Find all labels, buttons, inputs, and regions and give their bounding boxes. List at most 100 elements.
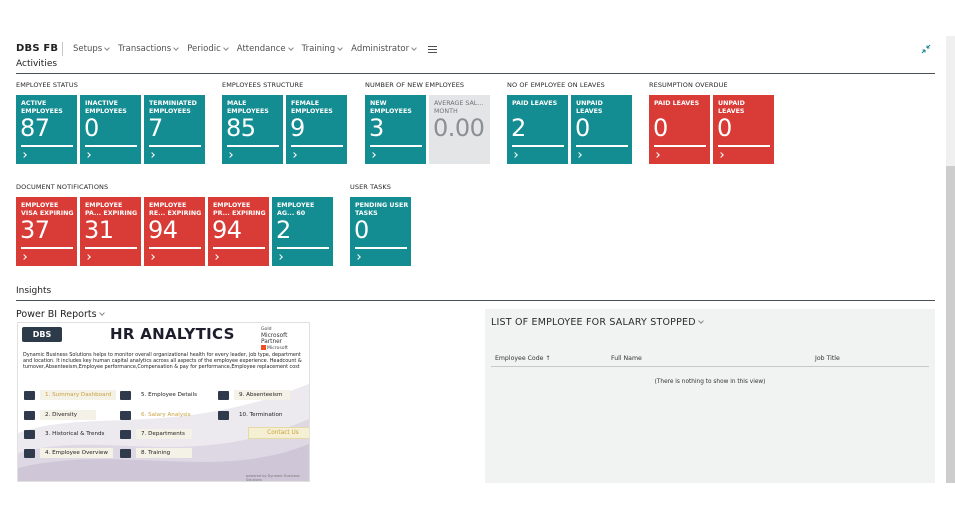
tile-new-employees[interactable]: NEW EMPLOYEES 3 (365, 95, 426, 164)
tile-value: 0 (84, 114, 99, 142)
report-nav-historical-trends[interactable]: 3. Historical & Trends (24, 428, 109, 440)
tile-progress-bar (213, 247, 265, 249)
tile-resumption-unpaid-leaves[interactable]: UNPAID LEAVES 0 (713, 95, 774, 164)
tile-progress-fill (576, 145, 628, 147)
tile-progress-bar (21, 247, 73, 249)
group-label-resumption-overdue: RESUMPTION OVERDUE (649, 81, 728, 89)
list-header-divider (491, 366, 929, 367)
chevron-right-icon (149, 152, 155, 158)
tile-pending-user-tasks[interactable]: PENDING USER TASKS 0 (350, 197, 411, 266)
group-label-new-employees: NUMBER OF NEW EMPLOYEES (365, 81, 465, 89)
insights-heading: Insights (16, 286, 52, 296)
tile-progress-fill (85, 247, 137, 249)
report-nav-employee-details[interactable]: 5. Employee Details (120, 389, 202, 401)
report-heading: HR ANALYTICS (110, 325, 235, 343)
tile-progress-bar (277, 247, 329, 249)
chevron-down-icon (337, 44, 344, 51)
company-title[interactable]: DBS FB (16, 43, 58, 54)
powerbi-reports-title[interactable]: Power BI Reports (16, 309, 105, 320)
collapse-arrows-icon[interactable] (920, 43, 932, 55)
chevron-right-icon (355, 254, 361, 260)
tile-progress-fill (21, 247, 73, 249)
report-nav-label: 6. Salary Analysis (141, 412, 191, 418)
report-nav-label: 5. Employee Details (141, 392, 197, 398)
chevron-right-icon (21, 254, 27, 260)
column-header-full-name[interactable]: Full Name (611, 355, 642, 362)
chevron-down-icon (411, 44, 417, 51)
business-central-role-center: DBS FB Setups Transactions Periodic Atte… (0, 0, 955, 520)
activities-divider (16, 73, 935, 74)
chevron-right-icon (149, 254, 155, 260)
tile-female-employees[interactable]: FEMALE EMPLOYEES 9 (286, 95, 347, 164)
column-header-employee-code[interactable]: Employee Code ↑ (495, 355, 551, 362)
tile-progress-fill (370, 145, 422, 147)
tile-inactive-employees[interactable]: INACTIVE EMPLOYEES 0 (80, 95, 141, 164)
tile-terminated-employees[interactable]: TERMINIATED EMPLOYEES 7 (144, 95, 205, 164)
partner-ms-label: Microsoft (267, 346, 288, 351)
tile-employee-age-60[interactable]: EMPLOYEE AG... 60 2 (272, 197, 333, 266)
page-scrollbar-thumb[interactable] (946, 166, 955, 483)
report-nav-diversity[interactable]: 2. Diversity (24, 409, 96, 421)
nav-item-label: Administrator (351, 44, 410, 54)
report-nav-summary-dashboard[interactable]: 1. Summary Dashboard (24, 389, 117, 401)
powerbi-report-frame[interactable]: DBS HR ANALYTICS Gold Microsoft Partner … (17, 322, 310, 482)
departments-icon (120, 429, 131, 439)
tile-progress-bar (370, 145, 422, 147)
salary-stopped-list-title[interactable]: LIST OF EMPLOYEE FOR SALARY STOPPED (491, 317, 704, 328)
calendar-icon (218, 390, 229, 400)
report-nav-salary-analysis[interactable]: 6. Salary Analysis (120, 409, 196, 421)
tile-employee-permit-expiring[interactable]: EMPLOYEE PR... EXPIRING 94 (208, 197, 269, 266)
chevron-right-icon (277, 254, 283, 260)
contact-us-button[interactable]: Contact Us (248, 427, 309, 439)
tile-active-employees[interactable]: ACTIVE EMPLOYEES 87 (16, 95, 77, 164)
chevron-right-icon (291, 152, 297, 158)
nav-item-administrator[interactable]: Administrator (351, 44, 417, 54)
tile-progress-bar (291, 145, 343, 147)
group-label-document-notifications: DOCUMENT NOTIFICATIONS (16, 183, 109, 191)
nav-item-label: Attendance (236, 44, 286, 54)
nav-item-training[interactable]: Training (302, 44, 344, 54)
chevron-down-icon (222, 44, 229, 51)
nav-item-periodic[interactable]: Periodic (187, 44, 229, 54)
training-icon (120, 448, 131, 458)
tile-resumption-paid-leaves[interactable]: PAID LEAVES 0 (649, 95, 710, 164)
report-nav-label: 3. Historical & Trends (45, 431, 105, 437)
hamburger-icon[interactable] (428, 46, 437, 55)
column-header-job-title[interactable]: Job Title (815, 355, 840, 362)
tile-paid-leaves[interactable]: PAID LEAVES 2 (507, 95, 568, 164)
report-nav-termination[interactable]: 10. Termination (218, 409, 290, 421)
salary-analysis-icon (120, 410, 131, 420)
dbs-logo: DBS (22, 327, 62, 342)
report-nav-absenteeism[interactable]: 9. Absenteeism (218, 389, 290, 401)
tile-unpaid-leaves[interactable]: UNPAID LEAVES 0 (571, 95, 632, 164)
tile-progress-fill (213, 247, 265, 249)
tile-male-employees[interactable]: MALE EMPLOYEES 85 (222, 95, 283, 164)
report-nav-label: 10. Termination (239, 412, 283, 418)
tile-employee-passport-expiring[interactable]: EMPLOYEE PA... EXPIRING 31 (80, 197, 141, 266)
tile-progress-bar (21, 145, 73, 147)
salary-stopped-list-part: LIST OF EMPLOYEE FOR SALARY STOPPED Empl… (485, 309, 935, 483)
chevron-right-icon (434, 152, 440, 158)
report-nav-training[interactable]: 8. Training (120, 447, 192, 459)
tile-employee-visa-expiring[interactable]: EMPLOYEE VISA EXPIRING 37 (16, 197, 77, 266)
report-nav-departments[interactable]: 7. Departments (120, 428, 192, 440)
tile-value: 0 (717, 114, 732, 142)
nav-item-transactions[interactable]: Transactions (118, 44, 180, 54)
tile-progress-bar (227, 145, 279, 147)
powered-by-label: powered by Dynamic Business Solutions (246, 474, 300, 482)
tile-value: 37 (20, 216, 50, 244)
nav-item-label: Periodic (187, 44, 221, 54)
termination-icon (218, 410, 229, 420)
tile-employee-residence-expiring[interactable]: EMPLOYEE RE... EXPIRING 94 (144, 197, 205, 266)
tile-progress-fill (149, 145, 201, 147)
report-nav-employee-overview[interactable]: 4. Employee Overview (24, 447, 113, 459)
report-nav-label: 2. Diversity (40, 410, 96, 420)
tile-value: 85 (226, 114, 256, 142)
report-nav-label: 1. Summary Dashboard (40, 390, 117, 400)
tile-progress-bar (512, 145, 564, 147)
tile-progress-bar (85, 145, 137, 147)
nav-item-attendance[interactable]: Attendance (236, 44, 294, 54)
nav-item-setups[interactable]: Setups (73, 44, 111, 54)
chevron-right-icon (21, 152, 27, 158)
tile-average-salary-month[interactable]: AVERAGE SAL... MONTH 0.00 (429, 95, 490, 164)
